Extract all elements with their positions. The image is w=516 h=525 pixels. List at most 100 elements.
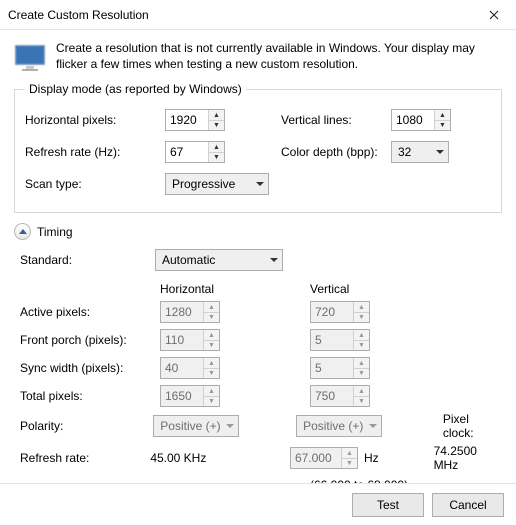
polarity-v-dropdown: Positive (+) xyxy=(296,415,382,437)
pixel-clock-value: 74.2500 MHz xyxy=(434,444,500,472)
total-pixels-label: Total pixels: xyxy=(20,389,160,403)
test-button[interactable]: Test xyxy=(352,493,424,517)
dialog-footer: Test Cancel xyxy=(0,483,516,525)
intro-text: Create a resolution that is not currentl… xyxy=(56,40,502,72)
timing-header: Timing xyxy=(14,223,502,240)
close-icon xyxy=(489,10,499,20)
spin-up-icon: ▲ xyxy=(204,302,219,313)
sync-width-h-field: ▲▼ xyxy=(160,357,220,379)
active-pixels-v-field: ▲▼ xyxy=(310,301,370,323)
scan-type-dropdown[interactable]: Progressive xyxy=(165,173,269,195)
horizontal-pixels-label: Horizontal pixels: xyxy=(25,113,165,127)
close-button[interactable] xyxy=(471,0,516,30)
polarity-h-value: Positive (+) xyxy=(160,419,220,433)
chevron-down-icon xyxy=(226,424,234,428)
timing-refresh-v-field: ▲▼ xyxy=(290,447,358,469)
spin-down-icon: ▼ xyxy=(354,369,369,379)
content-area: Create a resolution that is not currentl… xyxy=(0,30,516,506)
timing-refresh-v-input xyxy=(291,448,341,468)
spin-down-icon[interactable]: ▼ xyxy=(209,121,224,131)
total-pixels-h-input xyxy=(161,386,203,406)
spin-down-icon: ▼ xyxy=(204,341,219,351)
spin-down-icon: ▼ xyxy=(342,459,357,469)
timing-collapse-button[interactable] xyxy=(14,223,31,240)
cancel-button[interactable]: Cancel xyxy=(432,493,504,517)
timing-body: Standard: Automatic Horizontal Vertical … xyxy=(14,248,502,498)
spin-up-icon: ▲ xyxy=(354,358,369,369)
total-pixels-h-field: ▲▼ xyxy=(160,385,220,407)
refresh-rate-field[interactable]: ▲▼ xyxy=(165,141,225,163)
col-vertical-label: Vertical xyxy=(310,282,460,296)
scan-type-label: Scan type: xyxy=(25,177,165,191)
standard-label: Standard: xyxy=(20,253,155,267)
spin-up-icon[interactable]: ▲ xyxy=(435,110,450,121)
active-pixels-h-field: ▲▼ xyxy=(160,301,220,323)
active-pixels-label: Active pixels: xyxy=(20,305,160,319)
pixel-clock-label: Pixel clock: xyxy=(443,412,500,440)
vertical-lines-field[interactable]: ▲▼ xyxy=(391,109,451,131)
spin-down-icon: ▼ xyxy=(354,397,369,407)
front-porch-h-input xyxy=(161,330,203,350)
front-porch-label: Front porch (pixels): xyxy=(20,333,160,347)
front-porch-v-input xyxy=(311,330,353,350)
spin-down-icon: ▼ xyxy=(354,313,369,323)
spin-up-icon: ▲ xyxy=(204,330,219,341)
spin-up-icon: ▲ xyxy=(354,386,369,397)
refresh-rate-input[interactable] xyxy=(166,142,208,162)
total-pixels-v-field: ▲▼ xyxy=(310,385,370,407)
col-horizontal-label: Horizontal xyxy=(160,282,310,296)
monitor-icon xyxy=(14,44,46,72)
color-depth-dropdown[interactable]: 32 xyxy=(391,141,449,163)
window-title: Create Custom Resolution xyxy=(8,8,149,22)
chevron-down-icon xyxy=(270,258,278,262)
chevron-down-icon xyxy=(256,182,264,186)
refresh-rate-label: Refresh rate (Hz): xyxy=(25,145,165,159)
active-pixels-h-input xyxy=(161,302,203,322)
scan-type-value: Progressive xyxy=(172,177,235,191)
intro-row: Create a resolution that is not currentl… xyxy=(14,40,502,72)
timing-label: Timing xyxy=(37,225,73,239)
color-depth-label: Color depth (bpp): xyxy=(281,145,391,159)
polarity-v-value: Positive (+) xyxy=(303,419,363,433)
active-pixels-v-input xyxy=(311,302,353,322)
front-porch-v-field: ▲▼ xyxy=(310,329,370,351)
display-mode-group: Display mode (as reported by Windows) Ho… xyxy=(14,82,502,213)
front-porch-h-field: ▲▼ xyxy=(160,329,220,351)
standard-value: Automatic xyxy=(162,253,215,267)
timing-refresh-v-unit: Hz xyxy=(364,451,379,465)
spin-up-icon: ▲ xyxy=(354,330,369,341)
standard-dropdown[interactable]: Automatic xyxy=(155,249,283,271)
spin-down-icon: ▼ xyxy=(354,341,369,351)
spin-up-icon[interactable]: ▲ xyxy=(209,110,224,121)
sync-width-label: Sync width (pixels): xyxy=(20,361,160,375)
timing-column-headers: Horizontal Vertical xyxy=(20,282,500,296)
polarity-h-dropdown: Positive (+) xyxy=(153,415,239,437)
spin-down-icon: ▼ xyxy=(204,313,219,323)
spin-down-icon: ▼ xyxy=(204,369,219,379)
horizontal-pixels-field[interactable]: ▲▼ xyxy=(165,109,225,131)
vertical-lines-input[interactable] xyxy=(392,110,434,130)
chevron-up-icon xyxy=(19,229,27,234)
chevron-down-icon xyxy=(369,424,377,428)
color-depth-value: 32 xyxy=(398,145,411,159)
polarity-label: Polarity: xyxy=(20,419,153,433)
sync-width-v-field: ▲▼ xyxy=(310,357,370,379)
sync-width-v-input xyxy=(311,358,353,378)
spin-down-icon[interactable]: ▼ xyxy=(435,121,450,131)
spin-up-icon: ▲ xyxy=(342,448,357,459)
sync-width-h-input xyxy=(161,358,203,378)
spin-up-icon: ▲ xyxy=(204,358,219,369)
display-mode-legend: Display mode (as reported by Windows) xyxy=(25,82,246,96)
spin-down-icon: ▼ xyxy=(204,397,219,407)
timing-refresh-h-value: 45.00 KHz xyxy=(150,451,290,465)
timing-refresh-label: Refresh rate: xyxy=(20,451,150,465)
spin-up-icon: ▲ xyxy=(204,386,219,397)
total-pixels-v-input xyxy=(311,386,353,406)
spin-up-icon: ▲ xyxy=(354,302,369,313)
horizontal-pixels-input[interactable] xyxy=(166,110,208,130)
spin-up-icon[interactable]: ▲ xyxy=(209,142,224,153)
spin-down-icon[interactable]: ▼ xyxy=(209,153,224,163)
chevron-down-icon xyxy=(436,150,444,154)
vertical-lines-label: Vertical lines: xyxy=(281,113,391,127)
titlebar: Create Custom Resolution xyxy=(0,0,516,30)
